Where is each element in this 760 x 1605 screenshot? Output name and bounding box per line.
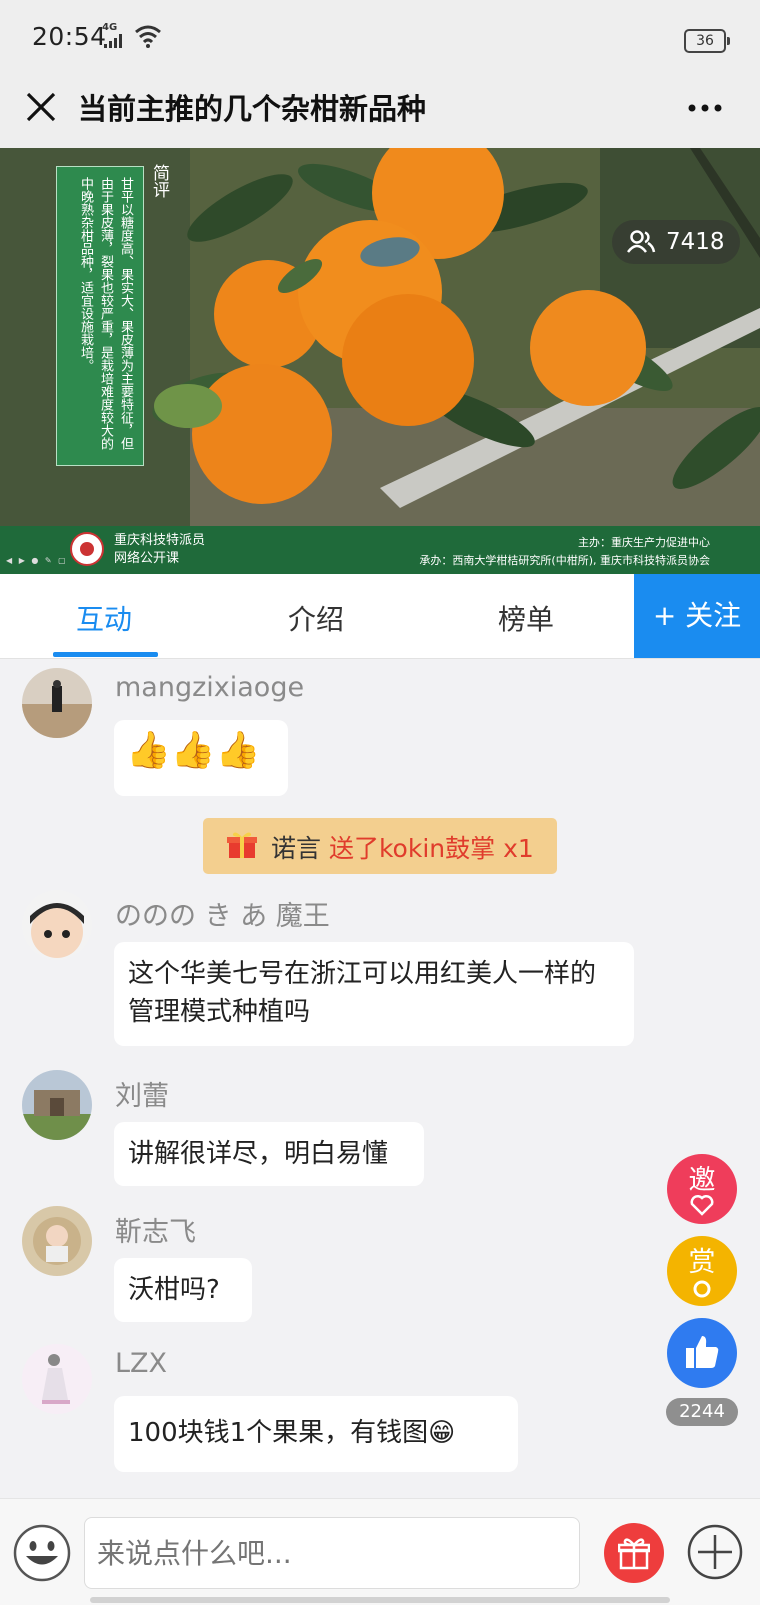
- battery-icon: 36: [684, 29, 730, 53]
- avatar[interactable]: [22, 890, 92, 960]
- reward-button[interactable]: 赏: [667, 1236, 737, 1306]
- intro-text: 甘平以糖度高、果实大、果皮薄为主要特征，但由于果皮薄，裂果也较严重，是栽培难度较…: [78, 177, 133, 450]
- bottom-bar: [0, 1498, 760, 1605]
- coin-icon: [693, 1280, 711, 1298]
- battery-level: 36: [696, 33, 714, 49]
- message-username: 刘蕾: [115, 1081, 169, 1112]
- footer-org: 重庆科技特派员 网络公开课: [114, 532, 205, 568]
- like-button[interactable]: [667, 1318, 737, 1388]
- reward-label: 赏: [688, 1247, 716, 1278]
- footer-sponsor: 承办：西南大学柑桔研究所(中柑所), 重庆市科技特派员协会: [419, 554, 710, 567]
- status-time: 20:54: [32, 22, 107, 51]
- player-controls-icon[interactable]: ◀ ▶ ● ✎ ▢: [6, 556, 68, 565]
- users-icon: [627, 230, 656, 253]
- org-logo: [70, 532, 104, 566]
- gift-sender: 诺言: [271, 834, 322, 863]
- signal-icon: [104, 34, 122, 48]
- page-title: 当前主推的几个杂柑新品种: [78, 92, 427, 126]
- video-player[interactable]: 甘平以糖度高、果实大、果皮薄为主要特征，但由于果皮薄，裂果也较严重，是栽培难度较…: [0, 148, 760, 574]
- send-gift-button[interactable]: [604, 1523, 664, 1583]
- avatar[interactable]: [22, 668, 92, 738]
- thumbs-up-icon: [686, 1336, 719, 1368]
- tab-intro[interactable]: 介绍: [288, 598, 344, 638]
- message-bubble: 沃柑吗?: [114, 1258, 252, 1322]
- network-type: 4G: [102, 22, 118, 33]
- avatar[interactable]: [22, 1070, 92, 1140]
- message-bubble: 👍👍👍: [114, 720, 288, 796]
- message-bubble: 100块钱1个果果，有钱图😁: [114, 1396, 518, 1472]
- emoji-icon[interactable]: [12, 1523, 72, 1583]
- tab-interact[interactable]: 互动: [76, 598, 132, 638]
- comment-input[interactable]: [84, 1517, 580, 1589]
- close-icon[interactable]: [22, 88, 62, 128]
- message-bubble: 这个华美七号在浙江可以用红美人一样的管理模式种植吗: [114, 942, 634, 1046]
- gift-icon: [618, 1538, 650, 1570]
- message-username: LZX: [115, 1348, 168, 1379]
- viewer-count-badge: 7418: [612, 220, 740, 264]
- wifi-icon: [135, 25, 161, 48]
- message-username: mangzixiaoge: [115, 672, 305, 703]
- footer-org-line1: 重庆科技特派员: [114, 533, 206, 548]
- tab-bar: 互动 介绍 榜单 + 关注: [0, 574, 760, 659]
- follow-button[interactable]: + 关注: [634, 574, 760, 658]
- avatar[interactable]: [22, 1206, 92, 1276]
- message-username: 靳志飞: [115, 1217, 196, 1248]
- footer-org-line2: 网络公开课: [114, 551, 180, 566]
- gift-action: 送了kokin鼓掌 x1: [328, 834, 534, 863]
- heart-icon: [690, 1195, 714, 1216]
- tab-rank[interactable]: 榜单: [498, 598, 554, 638]
- video-footer-banner: ◀ ▶ ● ✎ ▢ 重庆科技特派员 网络公开课 主办：重庆生产力促进中心 承办：…: [0, 526, 760, 574]
- message-username: ののの き あ 魔王: [115, 901, 330, 932]
- gift-text: 诺言 送了kokin鼓掌 x1: [271, 829, 534, 865]
- status-bar: 20:54 4G 36: [0, 0, 760, 76]
- message-bubble: 讲解很详尽，明白易懂: [114, 1122, 424, 1186]
- intro-board: 甘平以糖度高、果实大、果皮薄为主要特征，但由于果皮薄，裂果也较严重，是栽培难度较…: [56, 166, 144, 466]
- avatar[interactable]: [22, 1344, 92, 1414]
- invite-button[interactable]: 邀: [667, 1154, 737, 1224]
- home-indicator: [90, 1597, 670, 1603]
- title-bar: 当前主推的几个杂柑新品种: [0, 76, 760, 148]
- invite-label: 邀: [688, 1165, 716, 1196]
- viewer-count: 7418: [666, 229, 725, 255]
- more-icon[interactable]: [680, 90, 730, 126]
- chat-list[interactable]: mangzixiaoge 👍👍👍 诺言 送了kokin鼓掌 x1 ののの き あ…: [0, 658, 760, 1498]
- intro-heading: 简评: [149, 164, 169, 198]
- gift-banner: 诺言 送了kokin鼓掌 x1: [203, 818, 557, 874]
- footer-host: 主办：重庆生产力促进中心: [578, 536, 710, 549]
- gift-icon: [227, 832, 257, 858]
- like-count: 2244: [666, 1398, 738, 1426]
- plus-icon[interactable]: [686, 1523, 744, 1581]
- tab-active-indicator: [53, 652, 158, 657]
